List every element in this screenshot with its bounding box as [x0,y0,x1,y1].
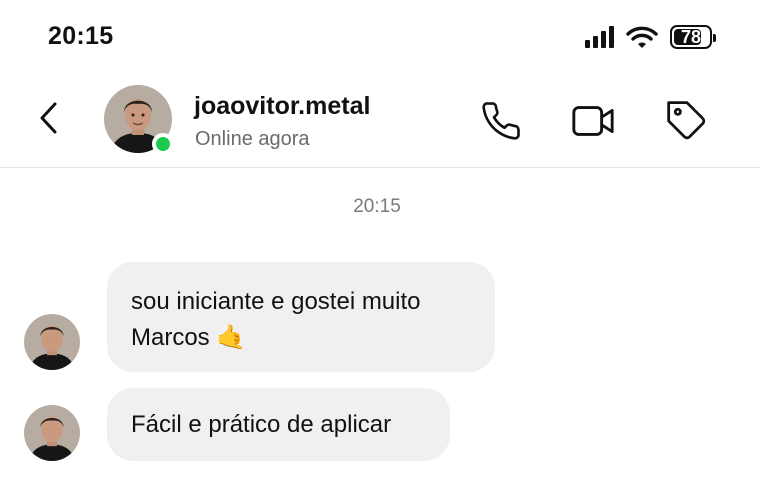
message-timestamp: 20:15 [353,196,401,217]
back-button[interactable] [30,98,66,138]
contact-avatar[interactable] [104,85,174,155]
tag-icon [667,101,706,140]
message-text: Fácil e prático de aplicar [131,411,392,438]
battery-icon: 78 [670,25,716,49]
message-bubble[interactable]: Fácil e prático de aplicar [107,388,450,461]
video-camera-icon [572,106,614,136]
avatar[interactable] [24,314,80,370]
voice-call-button[interactable] [478,98,524,144]
chat-screen: 20:15 78 joaovitor.metal Online agora 20… [0,0,760,484]
battery-level: 78 [680,26,702,47]
tag-button[interactable] [664,98,710,144]
status-icons: 78 [585,22,716,52]
cellular-signal-icon [585,26,614,48]
avatar[interactable] [24,405,80,461]
phone-icon [482,102,520,140]
status-time: 20:15 [48,22,114,50]
contact-name[interactable]: joaovitor.metal [194,92,370,121]
wifi-icon [626,26,658,48]
contact-status: Online agora [195,128,310,150]
online-status-dot [152,133,174,155]
video-call-button[interactable] [570,98,616,144]
chat-header: joaovitor.metal Online agora [0,72,760,168]
chevron-left-icon [40,102,57,134]
message-text: sou iniciante e gostei muito [131,288,421,315]
message-text: Marcos 🤙 [131,324,247,351]
message-bubble[interactable]: sou iniciante e gostei muito Marcos 🤙 [107,262,495,372]
